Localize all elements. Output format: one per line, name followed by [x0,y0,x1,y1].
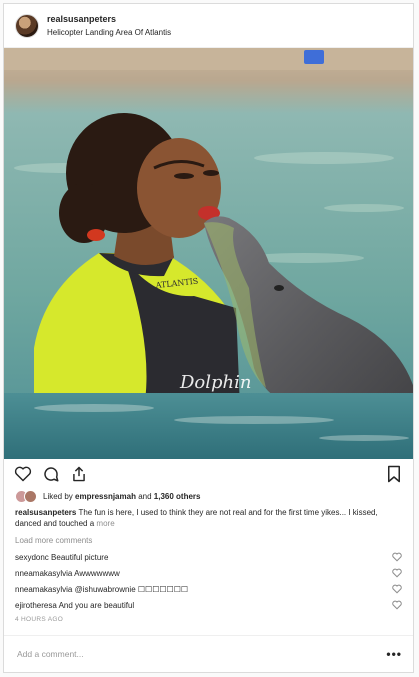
small-heart-icon[interactable] [392,600,402,610]
comment-row: nneamakasylvia @ishuwabrownie ☐☐☐☐☐☐☐ [4,581,413,597]
post-timestamp[interactable]: 4 HOURS AGO [4,613,413,629]
comment-text: And you are beautiful [58,600,135,610]
location-link[interactable]: Helicopter Landing Area Of Atlantis [47,26,171,39]
load-more-comments-link[interactable]: Load more comments [4,529,413,549]
small-heart-icon[interactable] [392,568,402,578]
wetsuit-logo-text: Dolphin [179,372,252,393]
liker-avatar[interactable] [24,489,37,503]
caption-more-link[interactable]: more [96,519,114,528]
small-heart-icon[interactable] [392,584,402,594]
comment-text: Beautiful picture [51,552,109,562]
share-icon[interactable] [68,463,90,485]
comment-row: nneamakasylvia Awwwwwww [4,565,413,581]
comment-row: sexydonc Beautiful picture [4,549,413,565]
small-heart-icon[interactable] [392,552,402,562]
caption-username-link[interactable]: realsusanpeters [15,508,76,517]
likes-and: and [138,491,152,501]
liked-by-user-link[interactable]: empressnjamah [75,492,136,501]
post-photo[interactable]: ATLANTIS Dolphin [4,48,413,459]
comment-username-link[interactable]: nneamakasylvia [15,569,72,578]
add-comment-input[interactable] [15,648,387,660]
more-options-icon[interactable]: ••• [386,647,402,661]
header-meta: realsusanpeters Helicopter Landing Area … [47,13,171,39]
post-header: realsusanpeters Helicopter Landing Area … [4,4,413,48]
likes-summary: Liked by empressnjamah and 1,360 others [43,492,200,501]
avatar[interactable] [15,13,39,38]
add-comment-bar: ••• [4,635,413,672]
caption: realsusanpeters The fun is here, I used … [4,503,413,529]
username-link[interactable]: realsusanpeters [47,13,171,26]
comment-text: Awwwwwww [74,568,120,578]
bookmark-icon[interactable] [383,463,405,485]
likes-prefix: Liked by [43,491,73,501]
comment-username-link[interactable]: ejirotheresa [15,601,57,610]
comment-row: ejirotheresa And you are beautiful [4,597,413,613]
heart-icon[interactable] [12,463,34,485]
likes-others-link[interactable]: 1,360 others [154,492,201,501]
comment-username-link[interactable]: nneamakasylvia [15,585,72,594]
comment-username-link[interactable]: sexydonc [15,553,49,562]
action-bar [4,459,413,489]
post-card: realsusanpeters Helicopter Landing Area … [3,3,414,673]
comment-icon[interactable] [40,463,62,485]
likes-row: Liked by empressnjamah and 1,360 others [4,489,413,503]
comment-text: @ishuwabrownie ☐☐☐☐☐☐☐ [74,584,189,594]
